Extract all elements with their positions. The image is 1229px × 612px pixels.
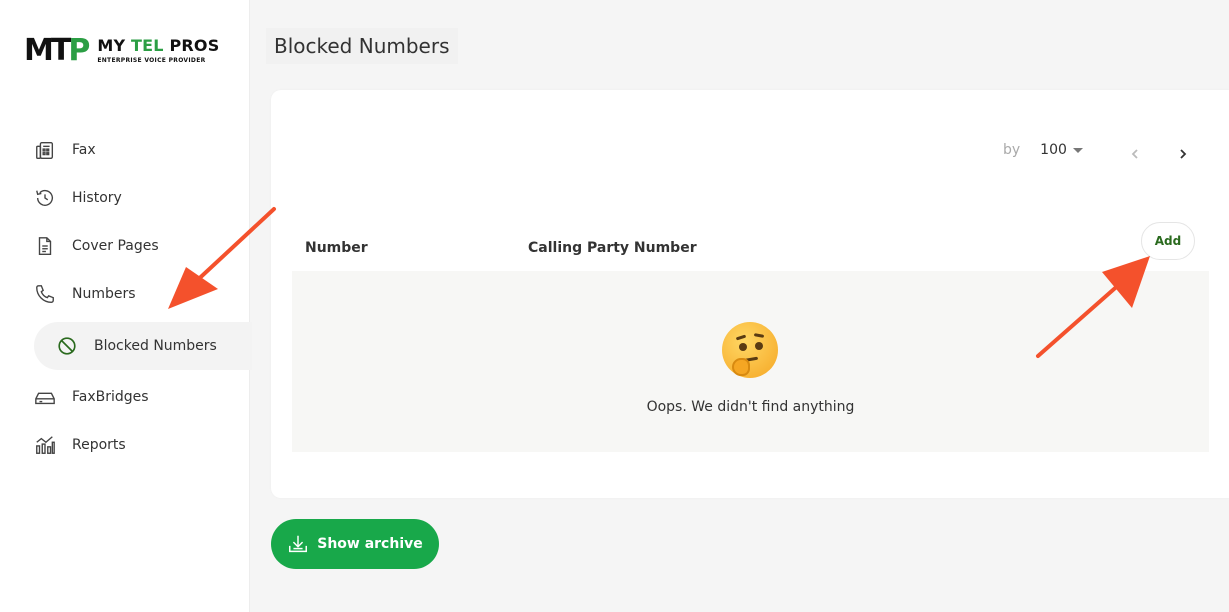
blocked-icon — [58, 337, 76, 355]
sidebar-item-label: Blocked Numbers — [94, 338, 217, 354]
sidebar-item-history[interactable]: History — [34, 176, 122, 220]
logo-name-my: MY — [97, 36, 126, 55]
chevron-left-icon — [1131, 149, 1138, 159]
sidebar-item-faxbridges[interactable]: FaxBridges — [34, 375, 149, 419]
per-page-select[interactable]: 100 — [1040, 142, 1083, 158]
logo[interactable]: M T P MY TEL PROS ENTERPRISE VOICE PROVI… — [24, 36, 219, 66]
add-button[interactable]: Add — [1141, 222, 1195, 260]
logo-name-tel: TEL — [131, 36, 164, 55]
logo-mark-m: M — [24, 33, 54, 68]
logo-mark-p: P — [68, 33, 90, 68]
fax-icon — [36, 141, 54, 159]
sidebar-item-fax[interactable]: Fax — [34, 128, 96, 172]
chevron-right-icon — [1180, 149, 1187, 159]
phone-icon — [36, 285, 54, 303]
column-header-number[interactable]: Number — [305, 240, 368, 256]
per-page-value: 100 — [1040, 142, 1067, 158]
logo-mark: M T P — [24, 33, 90, 68]
pagination: by 100 — [1003, 142, 1083, 158]
sidebar-item-numbers[interactable]: Numbers — [34, 272, 136, 316]
logo-mark-t: T — [50, 33, 72, 68]
sidebar-item-reports[interactable]: Reports — [34, 423, 126, 467]
sidebar-item-label: Reports — [72, 437, 126, 453]
next-page-button[interactable] — [1173, 144, 1193, 164]
logo-tagline: ENTERPRISE VOICE PROVIDER — [97, 57, 206, 64]
sidebar-item-label: Cover Pages — [72, 238, 159, 254]
empty-state-message: Oops. We didn't find anything — [646, 399, 855, 415]
previous-page-button[interactable] — [1125, 144, 1145, 164]
sidebar-item-cover-pages[interactable]: Cover Pages — [34, 224, 159, 268]
sidebar-item-label: FaxBridges — [72, 389, 149, 405]
page-title: Blocked Numbers — [266, 28, 458, 64]
column-header-calling-party-number[interactable]: Calling Party Number — [528, 240, 697, 256]
empty-state: Oops. We didn't find anything — [292, 271, 1209, 452]
logo-name: MY TEL PROS — [97, 38, 219, 54]
sidebar-item-blocked-numbers[interactable]: Blocked Numbers — [34, 322, 252, 370]
sidebar: M T P MY TEL PROS ENTERPRISE VOICE PROVI… — [0, 0, 252, 612]
sidebar-item-label: Fax — [72, 142, 96, 158]
archive-download-icon — [289, 535, 308, 553]
pagination-by-label: by — [1003, 142, 1021, 158]
history-icon — [36, 189, 53, 206]
logo-name-pros: PROS — [169, 36, 220, 55]
chevron-down-icon — [1072, 147, 1083, 153]
show-archive-label: Show archive — [317, 536, 423, 552]
document-icon — [38, 237, 52, 255]
drive-icon — [35, 392, 55, 405]
logo-text: MY TEL PROS ENTERPRISE VOICE PROVIDER — [97, 38, 219, 65]
sidebar-item-label: History — [72, 190, 122, 206]
thinking-face-icon — [722, 322, 778, 378]
show-archive-button[interactable]: Show archive — [271, 519, 439, 569]
reports-icon — [36, 436, 55, 454]
sidebar-item-label: Numbers — [72, 286, 136, 302]
blocked-numbers-card: by 100 Number Calling Party Number Add O… — [271, 90, 1229, 498]
